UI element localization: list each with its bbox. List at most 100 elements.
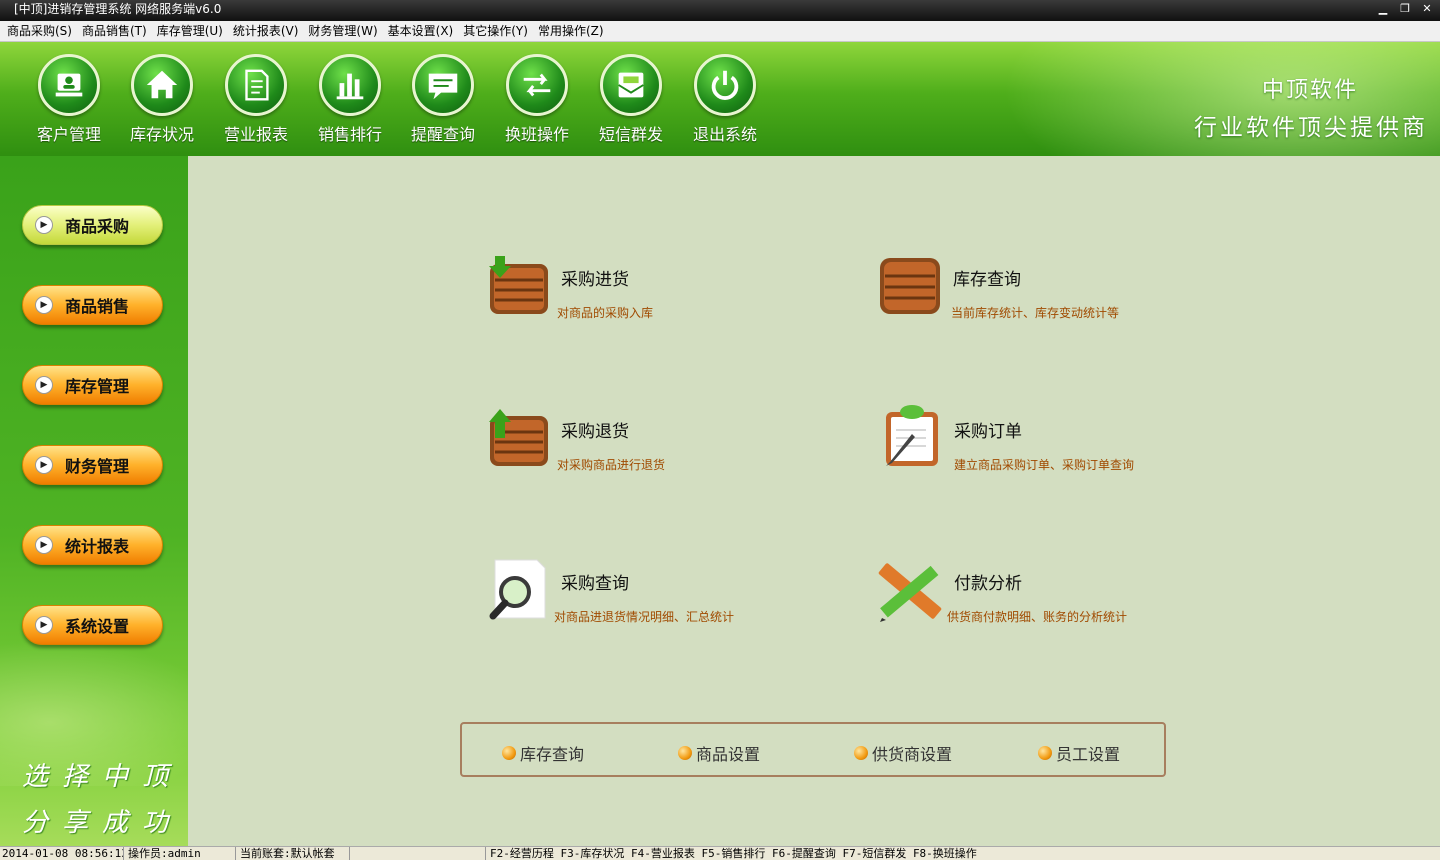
- brand-tagline: 行业软件顶尖提供商: [1194, 115, 1428, 141]
- title-bar: [中顶]进销存管理系统 网络服务端v6.0 ▁ ❐ ✕: [0, 0, 1440, 21]
- magnifier-icon: [489, 559, 546, 620]
- sidebar-item-settings[interactable]: ▶ 系统设置: [22, 605, 163, 645]
- toolbar: 客户管理 库存状况 营业报表 销售排行 提醒查询 换班操作 短信群发 退出系统 …: [0, 42, 1440, 156]
- play-icon: ▶: [35, 216, 53, 234]
- play-icon: ▶: [35, 616, 53, 634]
- crate-icon: [880, 258, 940, 314]
- quick-link-supplier-settings[interactable]: 供货商设置: [854, 741, 952, 765]
- item-desc: 对采购商品进行退货: [557, 458, 666, 472]
- crate-in-icon: [489, 256, 548, 314]
- power-icon: [694, 54, 756, 116]
- menu-finance[interactable]: 财务管理(W): [303, 21, 382, 41]
- item-title: 采购查询: [561, 574, 629, 594]
- sidebar-item-sales[interactable]: ▶ 商品销售: [22, 285, 163, 325]
- slogan-line-2: 分享成功: [22, 808, 183, 838]
- slogan-line-1: 选择中顶: [22, 762, 183, 792]
- sidebar-item-inventory[interactable]: ▶ 库存管理: [22, 365, 163, 405]
- menu-sales[interactable]: 商品销售(T): [77, 21, 152, 41]
- window-controls: ▁ ❐ ✕: [1376, 0, 1434, 18]
- orange-ball-icon: [502, 746, 516, 760]
- toolbar-reminder-button[interactable]: 提醒查询: [403, 54, 483, 145]
- status-shortcuts: F2-经营历程 F3-库存状况 F4-营业报表 F5-销售排行 F6-提醒查询 …: [490, 847, 977, 860]
- sidebar-item-label: 系统设置: [65, 617, 130, 636]
- quick-link-stock-query[interactable]: 库存查询: [502, 741, 584, 765]
- menu-other[interactable]: 其它操作(Y): [458, 21, 533, 41]
- toolbar-label: 库存状况: [129, 125, 194, 144]
- home-icon: [131, 54, 193, 116]
- quick-links-panel: 库存查询 商品设置 供货商设置 员工设置: [460, 722, 1166, 777]
- swap-icon: [506, 54, 568, 116]
- brand-name: 中顶软件: [1261, 78, 1358, 103]
- close-icon[interactable]: ✕: [1420, 0, 1434, 18]
- sms-icon: [600, 54, 662, 116]
- message-icon: [412, 54, 474, 116]
- item-purchase-return[interactable]: 采购退货 对采购商品进行退货: [487, 408, 787, 478]
- item-desc: 当前库存统计、库存变动统计等: [951, 306, 1120, 320]
- quick-link-product-settings[interactable]: 商品设置: [678, 741, 760, 765]
- menu-settings[interactable]: 基本设置(X): [383, 21, 459, 41]
- item-title: 采购订单: [954, 422, 1022, 442]
- restore-icon[interactable]: ❐: [1398, 0, 1412, 18]
- toolbar-label: 客户管理: [36, 125, 101, 144]
- toolbar-ranking-button[interactable]: 销售排行: [310, 54, 390, 145]
- customer-icon: [38, 54, 100, 116]
- item-payment-analysis[interactable]: 付款分析 供货商付款明细、账务的分析统计: [878, 558, 1198, 628]
- orange-ball-icon: [678, 746, 692, 760]
- toolbar-exit-button[interactable]: 退出系统: [685, 54, 765, 145]
- toolbar-label: 提醒查询: [410, 125, 475, 144]
- status-bar: 2014-01-08 08:56:13 操作员:admin 当前账套:默认帐套 …: [0, 846, 1440, 860]
- status-account: 当前账套:默认帐套: [238, 847, 350, 860]
- play-icon: ▶: [35, 456, 53, 474]
- toolbar-shift-button[interactable]: 换班操作: [497, 54, 577, 145]
- sidebar-item-purchase[interactable]: ▶ 商品采购: [22, 205, 163, 245]
- item-purchase-in[interactable]: 采购进货 对商品的采购入库: [487, 256, 787, 326]
- item-desc: 对商品进退货情况明细、汇总统计: [554, 610, 735, 624]
- item-title: 采购退货: [561, 422, 629, 442]
- minimize-icon[interactable]: ▁: [1376, 0, 1390, 18]
- sidebar-item-label: 统计报表: [65, 537, 130, 556]
- toolbar-label: 短信群发: [598, 125, 663, 144]
- toolbar-label: 退出系统: [692, 125, 757, 144]
- bar-chart-icon: [319, 54, 381, 116]
- orange-ball-icon: [1038, 746, 1052, 760]
- status-empty: [352, 847, 486, 860]
- menu-bar: 商品采购(S) 商品销售(T) 库存管理(U) 统计报表(V) 财务管理(W) …: [0, 21, 1440, 42]
- sidebar-item-label: 财务管理: [65, 457, 130, 476]
- quick-link-employee-settings[interactable]: 员工设置: [1038, 741, 1120, 765]
- play-icon: ▶: [35, 376, 53, 394]
- pencil-ruler-icon: [878, 563, 942, 622]
- menu-inventory[interactable]: 库存管理(U): [152, 21, 228, 41]
- toolbar-customer-button[interactable]: 客户管理: [29, 54, 109, 145]
- quick-link-label: 员工设置: [1056, 745, 1121, 764]
- item-stock-query[interactable]: 库存查询 当前库存统计、库存变动统计等: [879, 256, 1179, 326]
- toolbar-sms-button[interactable]: 短信群发: [591, 54, 671, 145]
- menu-purchase[interactable]: 商品采购(S): [2, 21, 77, 41]
- sidebar-item-finance[interactable]: ▶ 财务管理: [22, 445, 163, 485]
- item-desc: 供货商付款明细、账务的分析统计: [947, 610, 1128, 624]
- toolbar-stock-button[interactable]: 库存状况: [122, 54, 202, 145]
- sidebar-item-reports[interactable]: ▶ 统计报表: [22, 525, 163, 565]
- item-purchase-query[interactable]: 采购查询 对商品进退货情况明细、汇总统计: [487, 558, 807, 628]
- window-title: [中顶]进销存管理系统 网络服务端v6.0: [14, 2, 222, 16]
- brand-logo: 中顶软件 行业软件顶尖提供商: [1194, 72, 1428, 142]
- toolbar-label: 销售排行: [317, 125, 382, 144]
- quick-link-label: 库存查询: [520, 745, 585, 764]
- play-icon: ▶: [35, 296, 53, 314]
- toolbar-label: 换班操作: [504, 125, 569, 144]
- menu-common[interactable]: 常用操作(Z): [533, 21, 609, 41]
- item-title: 库存查询: [953, 270, 1021, 290]
- clipboard-icon: [886, 405, 938, 466]
- menu-reports[interactable]: 统计报表(V): [228, 21, 304, 41]
- item-purchase-order[interactable]: 采购订单 建立商品采购订单、采购订单查询: [882, 404, 1182, 474]
- item-desc: 对商品的采购入库: [557, 306, 654, 320]
- toolbar-report-button[interactable]: 营业报表: [216, 54, 296, 145]
- sidebar: ▶ 商品采购 ▶ 商品销售 ▶ 库存管理 ▶ 财务管理 ▶ 统计报表 ▶ 系统设…: [0, 156, 188, 846]
- item-desc: 建立商品采购订单、采购订单查询: [954, 458, 1135, 472]
- toolbar-label: 营业报表: [223, 125, 288, 144]
- sidebar-item-label: 库存管理: [65, 377, 130, 396]
- status-datetime: 2014-01-08 08:56:13: [2, 847, 124, 860]
- item-title: 采购进货: [561, 270, 629, 290]
- status-operator: 操作员:admin: [126, 847, 236, 860]
- quick-link-label: 供货商设置: [872, 745, 953, 764]
- item-title: 付款分析: [954, 574, 1022, 594]
